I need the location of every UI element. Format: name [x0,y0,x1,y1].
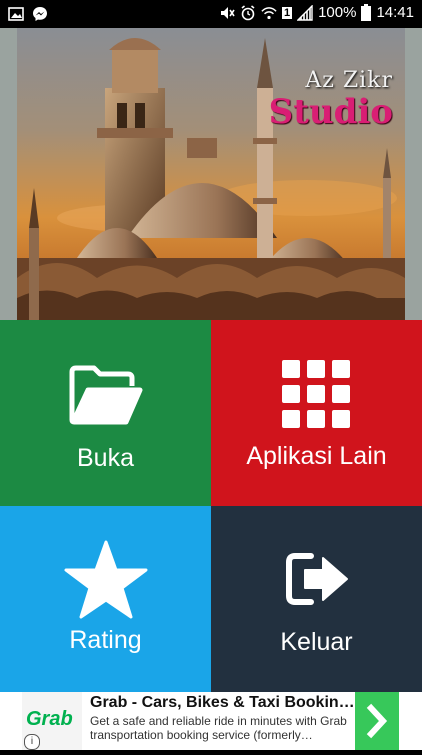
sim-indicator: 1 [281,6,293,19]
open-button[interactable]: Buka [0,320,211,506]
image-icon [8,7,24,21]
ad-info-icon[interactable]: i [24,734,40,750]
header-banner: Az Zikr Studio [0,28,422,320]
grid-icon [282,360,350,428]
star-icon [64,540,148,619]
exit-label: Keluar [280,628,353,656]
rating-button[interactable]: Rating [0,506,211,692]
battery-percent: 100% [318,4,357,21]
open-label: Buka [77,444,134,472]
other-apps-button[interactable]: Aplikasi Lain [211,320,422,506]
battery-icon [361,4,372,21]
folder-open-icon [69,365,143,425]
other-apps-label: Aplikasi Lain [246,442,387,470]
mute-icon [220,6,235,19]
alarm-icon [241,4,255,20]
ad-description: Get a safe and reliable ride in minutes … [90,714,347,742]
sign-out-icon [286,553,348,605]
chevron-right-icon [366,703,388,739]
ad-banner[interactable]: Grab i Grab - Cars, Bikes & Taxi Bookin…… [0,692,422,750]
status-bar: 1 100% 14:41 [0,0,422,28]
exit-button[interactable]: Keluar [211,506,422,692]
clock: 14:41 [376,4,414,21]
wifi-icon [261,6,277,19]
ad-title: Grab - Cars, Bikes & Taxi Bookin… [90,694,355,711]
brand-line-1: Az Zikr [305,68,393,93]
messenger-icon [33,7,47,21]
signal-icon [297,4,313,21]
rating-label: Rating [69,626,142,654]
mosque-illustration: Az Zikr Studio [17,28,405,320]
ad-open-button[interactable] [355,692,399,750]
brand-line-2: Studio [268,92,393,132]
